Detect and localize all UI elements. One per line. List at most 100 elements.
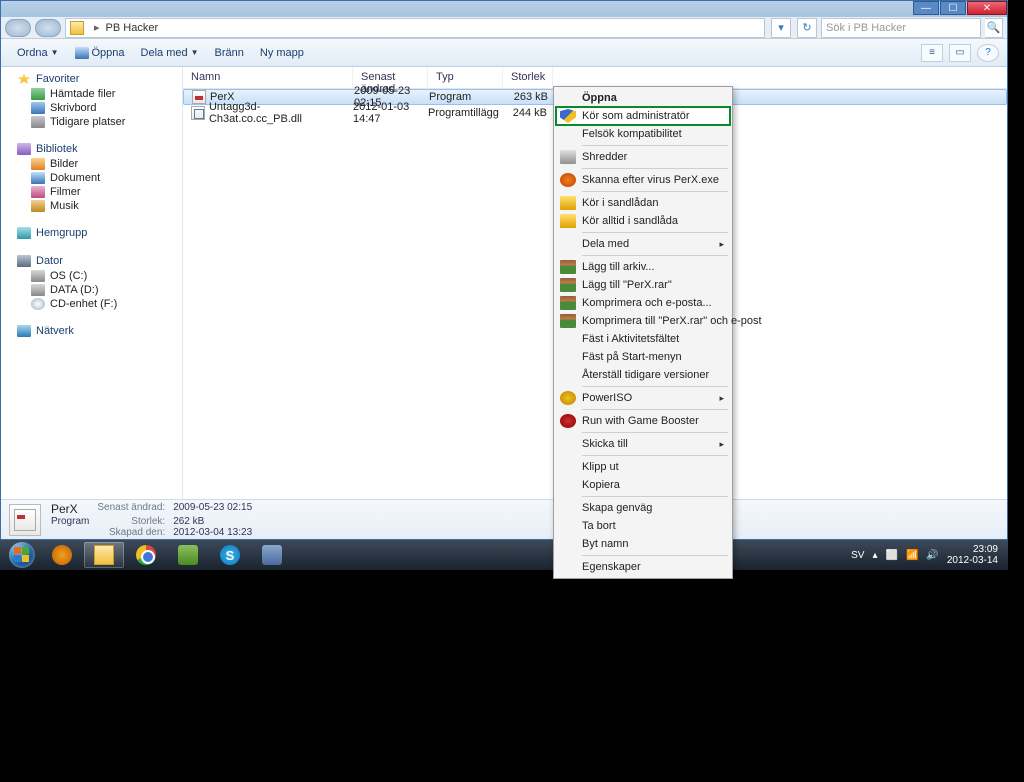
burn-button[interactable]: Bränn [207, 43, 252, 63]
task-paint[interactable] [252, 542, 292, 568]
close-button[interactable]: ✕ [967, 1, 1007, 15]
ctx-properties[interactable]: Egenskaper [556, 558, 730, 576]
ctx-copy[interactable]: Kopiera [556, 476, 730, 494]
search-input[interactable]: Sök i PB Hacker [821, 18, 981, 38]
ctx-rar-email-perx[interactable]: Komprimera till "PerX.rar" och e-post [556, 312, 730, 330]
nav-drive-cd[interactable]: CD-enhet (F:) [1, 297, 182, 311]
ctx-troubleshoot[interactable]: Felsök kompatibilitet [556, 125, 730, 143]
rar-icon [560, 296, 576, 310]
start-button[interactable] [4, 541, 40, 569]
ctx-share[interactable]: Dela med▸ [556, 235, 730, 253]
drive-icon [31, 270, 45, 282]
breadcrumb[interactable]: ▸ PB Hacker [65, 18, 765, 38]
details-name: PerX [51, 502, 89, 516]
ctx-rar-email[interactable]: Komprimera och e-posta... [556, 294, 730, 312]
help-button[interactable]: ? [977, 44, 999, 62]
task-explorer[interactable] [84, 542, 124, 568]
nav-videos[interactable]: Filmer [1, 185, 182, 199]
ctx-rar-add-perx[interactable]: Lägg till "PerX.rar" [556, 276, 730, 294]
ctx-rar-add[interactable]: Lägg till arkiv... [556, 258, 730, 276]
details-created-label: Skapad den: [97, 527, 165, 538]
ctx-shortcut[interactable]: Skapa genväg [556, 499, 730, 517]
nav-drive-c[interactable]: OS (C:) [1, 269, 182, 283]
tray-overflow-icon[interactable]: ▴ [872, 550, 877, 561]
music-icon [31, 200, 45, 212]
separator [582, 232, 728, 233]
task-media-player[interactable] [42, 542, 82, 568]
ctx-pin-start[interactable]: Fäst på Start-menyn [556, 348, 730, 366]
nav-network[interactable]: Nätverk [1, 323, 182, 339]
preview-pane-button[interactable]: ▭ [949, 44, 971, 62]
search-icon[interactable]: 🔍 [985, 18, 1003, 38]
ctx-rename[interactable]: Byt namn [556, 535, 730, 553]
ctx-restore[interactable]: Återställ tidigare versioner [556, 366, 730, 384]
separator [582, 496, 728, 497]
separator [582, 432, 728, 433]
breadcrumb-folder[interactable]: PB Hacker [106, 22, 159, 34]
ctx-poweriso[interactable]: PowerISO▸ [556, 389, 730, 407]
address-bar: ▸ PB Hacker ▾ ↻ Sök i PB Hacker 🔍 [1, 17, 1007, 39]
breadcrumb-dropdown[interactable]: ▾ [771, 18, 791, 38]
ctx-run-admin[interactable]: Kör som administratör [556, 107, 730, 125]
col-name[interactable]: Namn [183, 67, 353, 88]
submenu-arrow-icon: ▸ [719, 239, 724, 250]
col-type[interactable]: Typ [428, 67, 503, 88]
nav-documents[interactable]: Dokument [1, 171, 182, 185]
nav-music[interactable]: Musik [1, 199, 182, 213]
nav-pictures[interactable]: Bilder [1, 157, 182, 171]
new-folder-button[interactable]: Ny mapp [252, 43, 312, 63]
clock[interactable]: 23:09 2012-03-14 [947, 544, 998, 566]
nav-recent[interactable]: Tidigare platser [1, 115, 182, 129]
nav-favorites[interactable]: Favoriter [1, 71, 182, 87]
wifi-icon[interactable]: 📶 [906, 550, 918, 561]
ctx-gamebooster[interactable]: Run with Game Booster [556, 412, 730, 430]
nav-computer[interactable]: Dator [1, 253, 182, 269]
action-center-icon[interactable]: ⬜ [885, 550, 897, 561]
back-button[interactable] [5, 19, 31, 37]
cd-icon [31, 298, 45, 310]
ctx-scan[interactable]: Skanna efter virus PerX.exe [556, 171, 730, 189]
details-pane: PerX Senast ändrad: 2009-05-23 02:15 Pro… [1, 499, 1007, 539]
forward-button[interactable] [35, 19, 61, 37]
organize-menu[interactable]: Ordna▼ [9, 43, 67, 63]
ctx-open[interactable]: Öppna [556, 89, 730, 107]
nav-pane: Favoriter Hämtade filer Skrivbord Tidiga… [1, 67, 183, 499]
view-menu[interactable]: ≡ [921, 44, 943, 62]
nav-drive-d[interactable]: DATA (D:) [1, 283, 182, 297]
shredder-icon [560, 150, 576, 164]
details-modified-label: Senast ändrad: [97, 502, 165, 516]
nav-libraries[interactable]: Bibliotek [1, 141, 182, 157]
ctx-sandbox-always[interactable]: Kör alltid i sandlåda [556, 212, 730, 230]
task-chrome[interactable] [126, 542, 166, 568]
exe-icon [192, 90, 206, 104]
separator [582, 168, 728, 169]
share-menu[interactable]: Dela med▼ [133, 43, 207, 63]
clock-date: 2012-03-14 [947, 555, 998, 566]
col-size[interactable]: Storlek [503, 67, 553, 88]
titlebar: — ☐ ✕ [1, 1, 1007, 17]
nav-downloads[interactable]: Hämtade filer [1, 87, 182, 101]
language-indicator[interactable]: SV [851, 550, 864, 561]
open-button[interactable]: Öppna [67, 43, 133, 63]
ctx-shredder[interactable]: Shredder [556, 148, 730, 166]
refresh-button[interactable]: ↻ [797, 18, 817, 38]
media-player-icon [52, 545, 72, 565]
nav-desktop[interactable]: Skrivbord [1, 101, 182, 115]
volume-icon[interactable]: 🔊 [926, 550, 938, 561]
ctx-sendto[interactable]: Skicka till▸ [556, 435, 730, 453]
ctx-cut[interactable]: Klipp ut [556, 458, 730, 476]
separator [582, 386, 728, 387]
task-download-manager[interactable] [168, 542, 208, 568]
nav-homegroup[interactable]: Hemgrupp [1, 225, 182, 241]
skype-icon: S [220, 545, 240, 565]
taskbar: S SV ▴ ⬜ 📶 🔊 23:09 2012-03-14 [0, 540, 1008, 570]
ctx-pin-taskbar[interactable]: Fäst i Aktivitetsfältet [556, 330, 730, 348]
maximize-button[interactable]: ☐ [940, 1, 966, 15]
ctx-sandbox-run[interactable]: Kör i sandlådan [556, 194, 730, 212]
task-skype[interactable]: S [210, 542, 250, 568]
ctx-delete[interactable]: Ta bort [556, 517, 730, 535]
chrome-icon [136, 545, 156, 565]
minimize-button[interactable]: — [913, 1, 939, 15]
search-placeholder: Sök i PB Hacker [826, 22, 906, 34]
paint-icon [262, 545, 282, 565]
